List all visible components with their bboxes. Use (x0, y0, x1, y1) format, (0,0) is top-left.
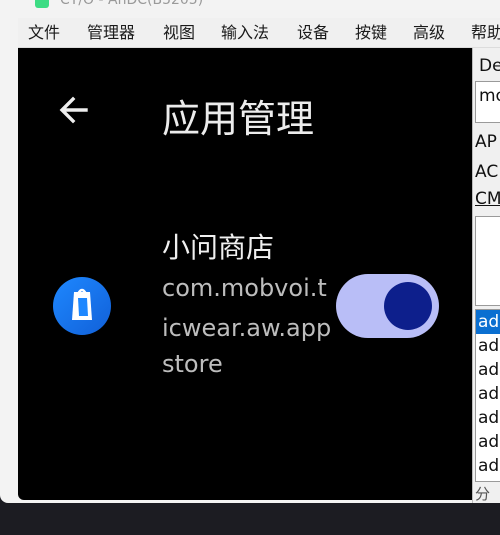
package-name-line-3: store (162, 350, 223, 378)
list-item[interactable]: ad (478, 382, 499, 406)
app-enable-toggle[interactable] (336, 274, 439, 338)
list-item[interactable]: ad (478, 358, 499, 382)
right-side-panel: De mo AP AC CM ad ad ad ad ad ad ad 分 (472, 48, 500, 503)
menu-advanced[interactable]: 高级 (413, 18, 445, 47)
menu-keys[interactable]: 按键 (355, 18, 387, 47)
panel-label-cm[interactable]: CM (475, 187, 500, 211)
menu-manager[interactable]: 管理器 (87, 18, 135, 47)
menu-view[interactable]: 视图 (163, 18, 195, 47)
list-item[interactable]: ad (478, 334, 499, 358)
panel-list[interactable]: ad ad ad ad ad ad ad (475, 309, 500, 482)
menu-input-method[interactable]: 输入法 (221, 18, 269, 47)
main-window: CT/O - AnDC(B5205) 文件 管理器 视图 输入法 设备 按键 高… (0, 0, 500, 503)
page-title: 应用管理 (162, 97, 315, 141)
panel-field[interactable]: mo (475, 81, 500, 123)
app-name: 小问商店 (162, 231, 275, 264)
panel-label-ac: AC (475, 162, 499, 182)
package-name-line-1: com.mobvoi.t (162, 274, 327, 302)
list-item[interactable]: ad (478, 406, 499, 430)
title-bar: CT/O - AnDC(B5205) (0, 0, 500, 18)
menu-help[interactable]: 帮助 (471, 18, 500, 47)
menu-bar: 文件 管理器 视图 输入法 设备 按键 高级 帮助 (18, 18, 500, 48)
list-item-selected[interactable]: ad (476, 310, 500, 334)
store-bag-icon (53, 277, 111, 335)
list-item[interactable]: ad (478, 430, 499, 454)
panel-field-value: mo (479, 86, 500, 106)
device-screen[interactable]: 应用管理 小问商店 com.mobvoi.t icwear.aw.app sto… (18, 48, 472, 500)
panel-header: De (479, 56, 500, 76)
package-name-line-2: icwear.aw.app (162, 314, 332, 342)
list-item[interactable]: ad (478, 454, 499, 478)
back-arrow-icon[interactable] (54, 90, 94, 130)
menu-device[interactable]: 设备 (297, 18, 329, 47)
toggle-knob (384, 282, 432, 330)
panel-label-ap: AP (475, 132, 497, 152)
panel-footer: 分 (475, 485, 491, 503)
menu-file[interactable]: 文件 (28, 18, 60, 47)
android-app-icon (35, 0, 49, 8)
window-title: CT/O - AnDC(B5205) (60, 0, 204, 8)
panel-textarea[interactable] (475, 216, 500, 306)
